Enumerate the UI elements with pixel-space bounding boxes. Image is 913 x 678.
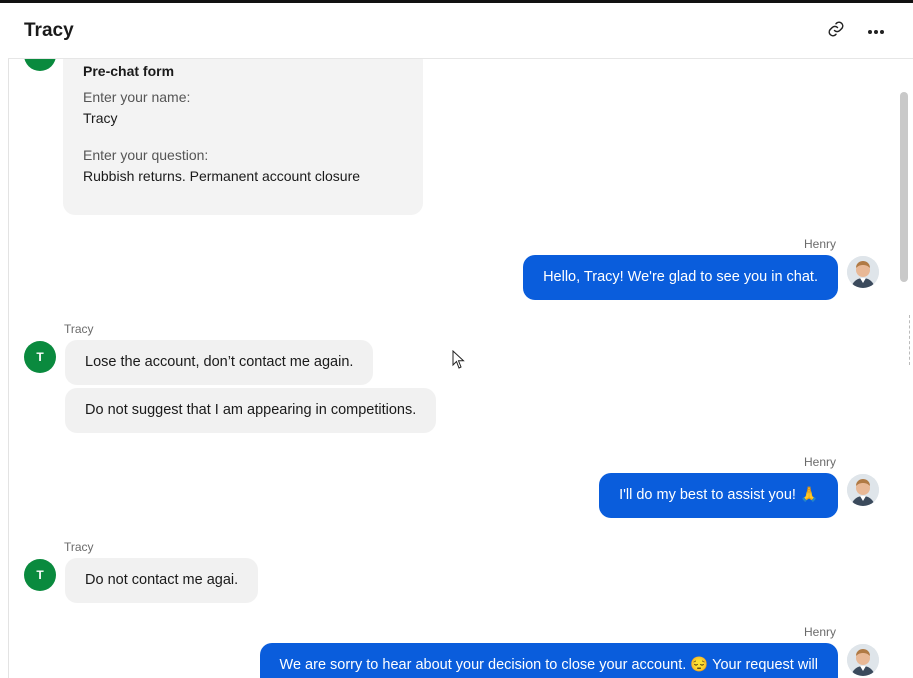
agent-avatar [847, 256, 879, 288]
customer-avatar: T [24, 341, 56, 373]
more-options-button[interactable] [864, 19, 888, 43]
customer-sender-name: Tracy [64, 322, 94, 336]
agent-avatar [847, 474, 879, 506]
name-field-label: Enter your name: [83, 89, 191, 105]
more-horizontal-icon [867, 22, 885, 40]
customer-sender-name: Tracy [64, 540, 94, 554]
right-panel-edge [909, 315, 913, 365]
chat-header: Tracy [8, 3, 913, 59]
pre-chat-form-card: Pre-chat form Enter your name: Tracy Ent… [63, 59, 423, 215]
customer-message-bubble: Do not suggest that I am appearing in co… [65, 388, 437, 433]
customer-message-bubble: Do not contact me agai. [65, 558, 259, 603]
chat-title: Tracy [24, 20, 74, 41]
agent-message-bubble: I'll do my best to assist you! 🙏 [599, 473, 838, 518]
customer-avatar [24, 59, 56, 71]
agent-sender-name: Henry [804, 237, 837, 251]
agent-message-bubble: We are sorry to hear about your decision… [259, 643, 838, 678]
question-field-label: Enter your question: [83, 147, 209, 163]
agent-sender-name: Henry [804, 625, 837, 639]
copy-link-button[interactable] [824, 19, 848, 43]
pre-chat-form-title: Pre-chat form [83, 63, 175, 79]
mouse-pointer-icon [452, 349, 466, 375]
customer-message-bubble: Lose the account, don’t contact me again… [65, 340, 374, 385]
question-field-value: Rubbish returns. Permanent account closu… [83, 168, 361, 184]
link-icon [827, 20, 845, 43]
agent-avatar [847, 644, 879, 676]
agent-message-bubble: Hello, Tracy! We're glad to see you in c… [523, 255, 838, 300]
agent-sender-name: Henry [804, 455, 837, 469]
chat-scrollbar-thumb[interactable] [900, 92, 908, 282]
name-field-value: Tracy [83, 110, 118, 126]
customer-avatar: T [24, 559, 56, 591]
chat-transcript[interactable]: Pre-chat form Enter your name: Tracy Ent… [8, 59, 898, 678]
